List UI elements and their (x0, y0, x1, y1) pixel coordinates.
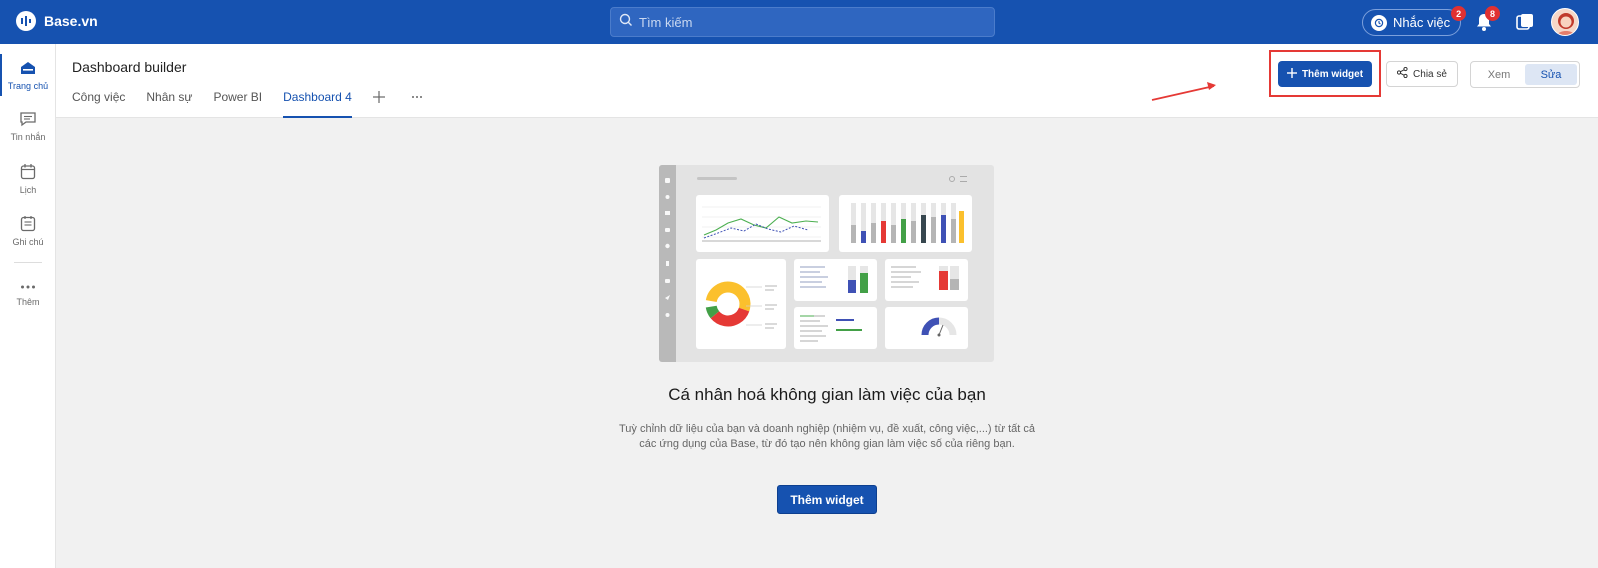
base-logo-icon (16, 11, 36, 31)
search-icon (619, 13, 633, 32)
share-icon (1396, 66, 1408, 81)
cards-icon (1515, 14, 1535, 36)
edit-mode-button[interactable]: Sửa (1525, 64, 1577, 85)
alarm-clock-icon (1371, 14, 1387, 31)
annotation-arrow-icon (1151, 82, 1216, 101)
sidebar-item-label: Trang chủ (7, 81, 49, 91)
page-title: Dashboard builder (72, 59, 187, 75)
brand-name: Base.vn (44, 13, 98, 29)
empty-state-description-line: các ứng dụng của Base, từ đó tạo nên khô… (639, 438, 1015, 450)
brand[interactable]: Base.vn (16, 11, 98, 31)
apps-button[interactable] (1515, 12, 1535, 32)
illustration-donut-chart (696, 259, 786, 349)
search-box[interactable] (610, 7, 995, 37)
sidebar-divider (14, 262, 42, 263)
tab-power-bi[interactable]: Power BI (213, 90, 262, 118)
page-header: Dashboard builder Công việc Nhân sự Powe… (56, 44, 1598, 118)
illustration-stat-panel-3 (794, 307, 877, 349)
sidebar: Trang chủ Tin nhắn Lịch Ghi chú Thêm (0, 44, 56, 568)
dashboard-tabs: Công việc Nhân sự Power BI Dashboard 4 (72, 90, 449, 118)
view-mode-button[interactable]: Xem (1473, 64, 1525, 85)
top-bar: Base.vn Nhắc việc 2 8 (0, 0, 1598, 44)
illustration-stat-panel-2 (885, 259, 968, 301)
sidebar-item-calendar[interactable]: Lịch (0, 163, 56, 195)
notification-count-badge: 8 (1485, 6, 1500, 21)
sidebar-item-notes[interactable]: Ghi chú (0, 215, 56, 247)
remind-button[interactable]: Nhắc việc 2 (1362, 6, 1467, 36)
tab-cong-viec[interactable]: Công việc (72, 90, 125, 118)
sidebar-item-label: Thêm (16, 297, 40, 307)
share-label: Chia sẻ (1413, 68, 1447, 80)
sidebar-item-home[interactable]: Trang chủ (0, 54, 56, 96)
plus-icon (1286, 67, 1297, 81)
empty-state-title: Cá nhân hoá không gian làm việc của bạn (668, 385, 986, 404)
tab-nhan-su[interactable]: Nhân sự (146, 90, 192, 118)
home-icon (19, 60, 37, 78)
remind-count-badge: 2 (1451, 6, 1467, 21)
note-icon (19, 215, 37, 234)
tab-dashboard-4[interactable]: Dashboard 4 (283, 90, 352, 118)
sidebar-item-label: Lịch (19, 185, 37, 195)
sidebar-item-more[interactable]: Thêm (0, 282, 56, 307)
add-widget-cta-button[interactable]: Thêm widget (777, 485, 877, 514)
remind-label: Nhắc việc (1393, 15, 1451, 30)
empty-state-description-line: Tuỳ chỉnh dữ liệu của bạn và doanh nghiệ… (618, 423, 1036, 435)
tab-more-icon[interactable] (411, 90, 423, 118)
bell-icon (1475, 14, 1493, 36)
add-widget-button[interactable]: Thêm widget (1278, 61, 1372, 87)
message-icon (19, 111, 37, 129)
more-icon (19, 282, 37, 294)
illustration-sidebar (659, 165, 676, 362)
empty-state-description: Tuỳ chỉnh dữ liệu của bạn và doanh nghiệ… (605, 422, 1049, 452)
illustration-gauge-panel (885, 307, 968, 349)
sidebar-item-label: Ghi chú (12, 237, 44, 247)
avatar[interactable] (1551, 8, 1579, 36)
calendar-icon (19, 163, 37, 182)
illustration-menu-icon (960, 176, 967, 182)
illustration-gear-icon (949, 176, 955, 182)
search-input[interactable] (639, 14, 979, 30)
add-widget-label: Thêm widget (1301, 68, 1364, 80)
share-button[interactable]: Chia sẻ (1386, 61, 1458, 87)
add-tab-icon[interactable] (372, 90, 385, 118)
dashboard-illustration (659, 165, 994, 362)
mode-toggle: Xem Sửa (1470, 61, 1580, 88)
sidebar-item-label: Tin nhắn (10, 132, 46, 142)
illustration-title-bar (697, 177, 737, 180)
illustration-bar-chart (839, 195, 972, 252)
sidebar-item-messages[interactable]: Tin nhắn (0, 111, 56, 142)
notification-button[interactable]: 8 (1475, 6, 1500, 32)
illustration-line-chart (696, 195, 829, 252)
illustration-stat-panel-1 (794, 259, 877, 301)
